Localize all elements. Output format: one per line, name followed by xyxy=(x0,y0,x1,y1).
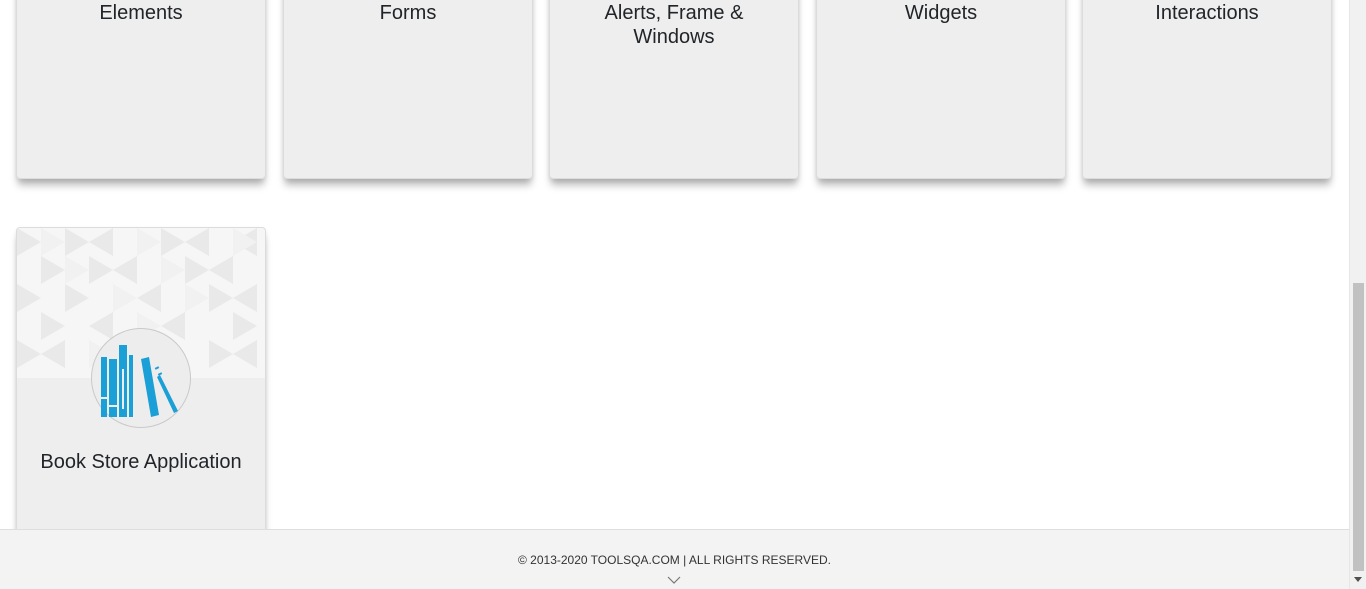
card-title: Interactions xyxy=(1155,2,1259,24)
page-footer: © 2013-2020 TOOLSQA.COM | ALL RIGHTS RES… xyxy=(0,529,1349,589)
card-forms[interactable]: Forms xyxy=(283,0,533,179)
card-title: Elements xyxy=(99,2,183,24)
footer-copyright: © 2013-2020 TOOLSQA.COM | ALL RIGHTS RES… xyxy=(518,553,831,567)
card-widgets[interactable]: Widgets xyxy=(816,0,1066,179)
book-store-avatar xyxy=(91,328,191,428)
card-elements[interactable]: Elements xyxy=(16,0,266,179)
card-alerts-frame-windows[interactable]: Alerts, Frame & Windows xyxy=(549,0,799,179)
card-interactions[interactable]: Interactions xyxy=(1082,0,1332,179)
card-book-store-application[interactable]: Book Store Application xyxy=(16,227,266,547)
card-title: Book Store Application xyxy=(40,451,242,473)
scrollbar-thumb[interactable] xyxy=(1353,283,1364,571)
scroll-down-arrow-icon[interactable] xyxy=(1354,577,1362,582)
card-title: Alerts, Frame & Windows xyxy=(604,2,744,48)
card-title: Forms xyxy=(379,2,437,24)
vertical-scrollbar[interactable] xyxy=(1349,0,1366,589)
chevron-down-icon[interactable] xyxy=(667,576,681,584)
books-icon xyxy=(101,345,178,417)
card-title: Widgets xyxy=(904,2,978,24)
page-viewport: Elements Forms Alerts, Frame & Windows W… xyxy=(0,0,1349,589)
